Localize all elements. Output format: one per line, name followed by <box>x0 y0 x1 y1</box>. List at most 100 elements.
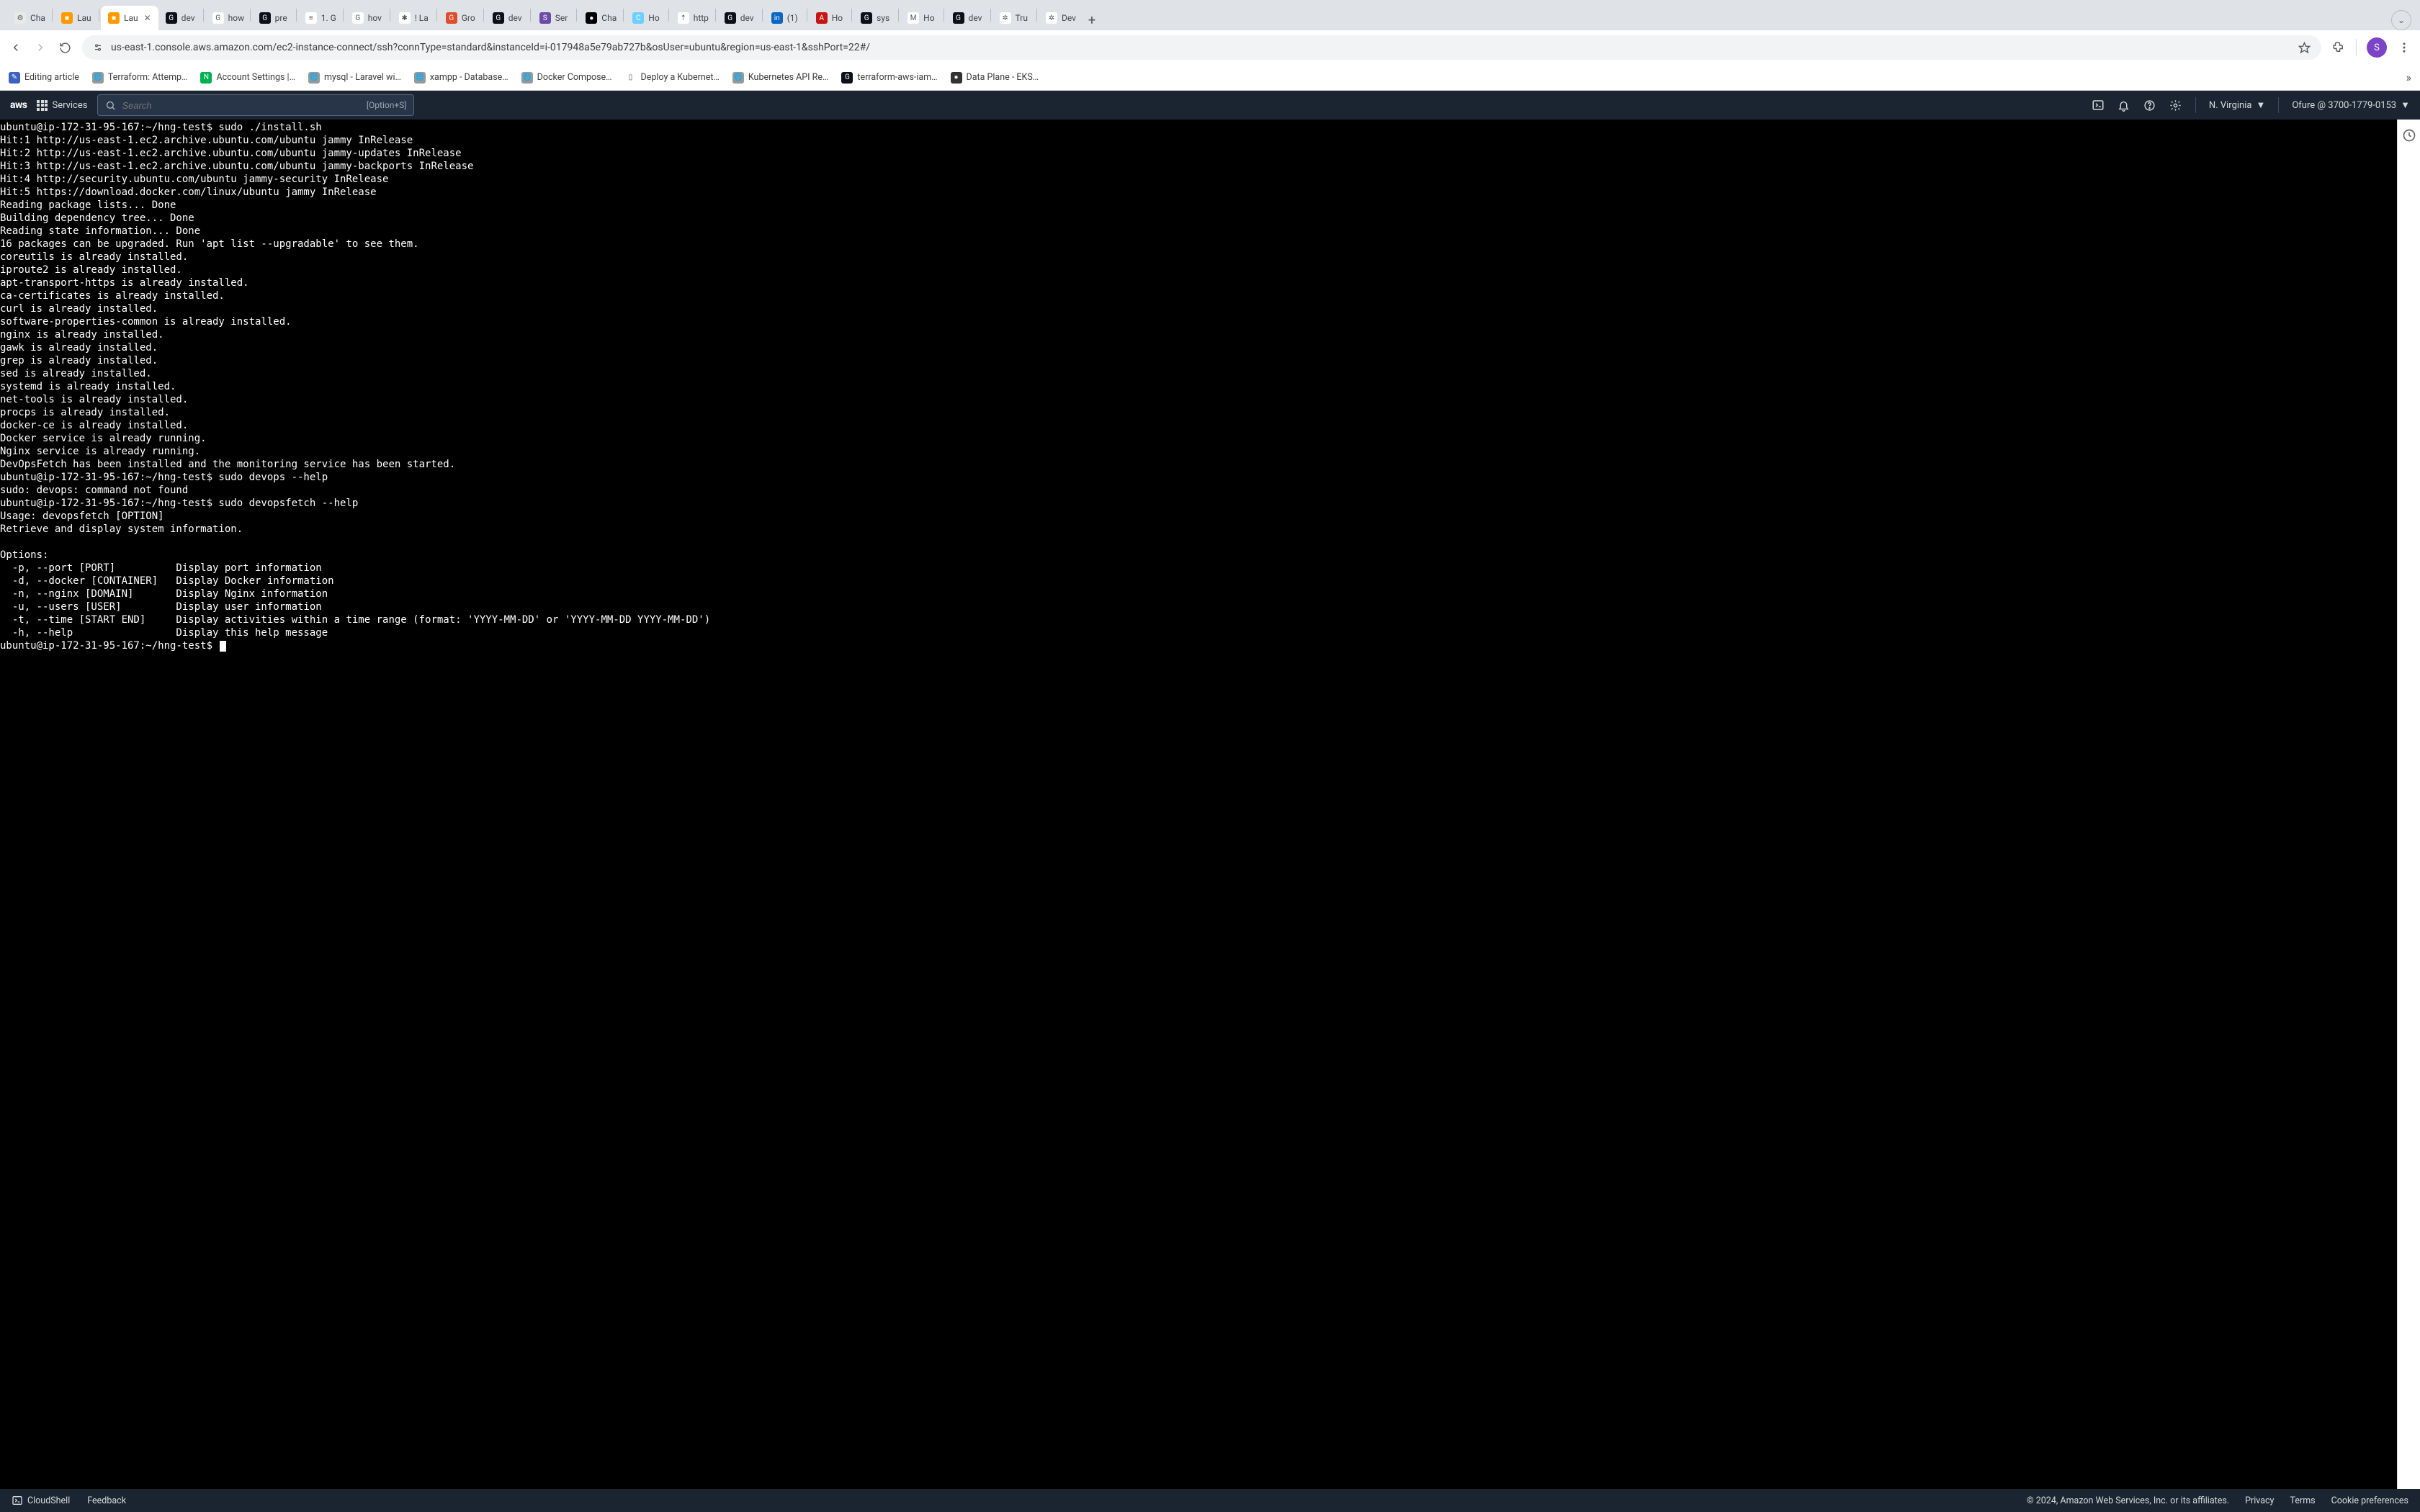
browser-tab[interactable]: CHo <box>625 6 666 30</box>
tab-favicon: ⇡ <box>678 12 689 24</box>
browser-tab[interactable]: Gsys <box>853 6 897 30</box>
bookmark-item[interactable]: 🌐Terraform: Attemp… <box>92 72 188 84</box>
bookmark-item[interactable]: 🌐xampp - Database… <box>414 72 508 84</box>
tab-favicon: G <box>725 12 736 24</box>
site-info-icon[interactable] <box>92 42 104 53</box>
bookmark-item[interactable]: NAccount Settings |… <box>200 72 295 84</box>
bookmark-item[interactable]: ▯Deploy a Kubernet… <box>625 72 720 84</box>
tab-separator <box>1036 9 1037 22</box>
ssh-terminal[interactable]: ubuntu@ip-172-31-95-167:~/hng-test$ sudo… <box>0 120 2397 1489</box>
tab-separator <box>343 9 344 22</box>
aws-logo[interactable]: aws <box>10 99 27 111</box>
bookmark-item[interactable]: ✎Editing article <box>9 72 79 84</box>
browser-tab[interactable]: ⇡http <box>671 6 714 30</box>
browser-tab[interactable]: MHo <box>900 6 941 30</box>
tab-label: dev <box>969 13 982 23</box>
search-icon <box>105 100 116 111</box>
profile-avatar[interactable]: S <box>2367 37 2387 58</box>
aws-search-input[interactable] <box>122 100 360 111</box>
cloudshell-label: CloudShell <box>27 1495 70 1506</box>
browser-tab[interactable]: Gpre <box>252 6 295 30</box>
browser-tab[interactable]: Ghow <box>205 6 248 30</box>
aws-console-footer: CloudShell Feedback © 2024, Amazon Web S… <box>0 1489 2420 1512</box>
tab-separator <box>296 9 297 22</box>
tab-label: Lau <box>124 13 138 23</box>
tab-label: sys <box>877 13 889 23</box>
browser-tab[interactable]: ●Cha <box>578 6 622 30</box>
tab-list-dropdown[interactable]: ⌄ <box>2391 10 2411 30</box>
browser-tab[interactable]: AHo <box>809 6 850 30</box>
browser-tab[interactable]: SSer <box>532 6 575 30</box>
tab-separator <box>530 9 531 22</box>
tab-separator <box>483 9 484 22</box>
tab-label: Cha <box>30 13 45 23</box>
tab-separator <box>576 9 577 22</box>
back-button[interactable] <box>9 40 23 55</box>
browser-tab[interactable]: ≡1. G <box>298 6 341 30</box>
tab-favicon: G <box>212 12 224 24</box>
bookmark-item[interactable]: 🌐Docker Compose… <box>521 72 612 84</box>
url-field[interactable]: us-east-1.console.aws.amazon.com/ec2-ins… <box>82 35 2321 60</box>
tab-favicon: M <box>908 12 919 24</box>
browser-tab[interactable]: in(1) <box>764 6 805 30</box>
close-tab-icon[interactable]: ✕ <box>144 13 151 23</box>
tab-separator <box>851 9 852 22</box>
settings-icon[interactable] <box>2169 99 2182 112</box>
bookmarks-bar: ✎Editing article🌐Terraform: Attemp…NAcco… <box>0 65 2420 91</box>
account-label: Ofure @ 3700-1779-0153 <box>2292 100 2396 111</box>
history-icon[interactable] <box>2402 128 2416 143</box>
notifications-icon[interactable] <box>2118 99 2130 112</box>
bookmark-item[interactable]: 🌐Kubernetes API Re… <box>732 72 829 84</box>
browser-tab[interactable]: ■Lau <box>54 6 97 30</box>
browser-tab[interactable]: Gdev <box>485 6 529 30</box>
browser-tab[interactable]: GGro <box>439 6 482 30</box>
aws-region-selector[interactable]: N. Virginia ▼ <box>2209 99 2265 111</box>
aws-account-menu[interactable]: Ofure @ 3700-1779-0153 ▼ <box>2292 99 2410 111</box>
cloudshell-icon[interactable] <box>2092 99 2105 112</box>
footer-cookie-link[interactable]: Cookie preferences <box>2331 1495 2408 1506</box>
browser-tab[interactable]: ✲ Dev <box>1039 6 1082 30</box>
bookmark-label: Terraform: Attemp… <box>108 72 188 83</box>
aws-services-menu[interactable]: Services <box>37 100 87 111</box>
reload-button[interactable] <box>58 40 72 55</box>
terminal-cursor <box>220 641 226 652</box>
tab-label: hov <box>368 13 382 23</box>
browser-tab[interactable]: ⚙ Cha <box>7 6 50 30</box>
browser-tab[interactable]: Gdev <box>717 6 761 30</box>
tab-separator <box>990 9 991 22</box>
browser-tab[interactable]: Gdev <box>946 6 989 30</box>
tab-favicon: ⚙ <box>14 12 26 24</box>
new-tab-button[interactable]: + <box>1082 10 1102 30</box>
browser-tab[interactable]: ✲Tru <box>992 6 1035 30</box>
browser-menu-icon[interactable] <box>2397 40 2411 55</box>
bookmark-label: xampp - Database… <box>430 72 508 83</box>
tab-label: Gro <box>462 13 475 23</box>
bookmark-star-icon[interactable] <box>2297 40 2311 55</box>
footer-terms-link[interactable]: Terms <box>2290 1495 2315 1506</box>
help-icon[interactable] <box>2143 99 2156 112</box>
tab-label: (1) <box>787 13 798 23</box>
tab-favicon: G <box>166 12 177 24</box>
tab-favicon: ✲ <box>1046 12 1057 24</box>
browser-tab[interactable]: ✱! La <box>392 6 435 30</box>
browser-tab[interactable]: Gdev <box>158 6 202 30</box>
tab-favicon: ● <box>586 12 597 24</box>
footer-feedback-link[interactable]: Feedback <box>87 1495 126 1506</box>
extensions-icon[interactable] <box>2331 40 2346 55</box>
bookmark-item[interactable]: 🌐mysql - Laravel wi… <box>308 72 401 84</box>
browser-tab[interactable]: ■Lau✕ <box>101 6 158 30</box>
bookmark-item[interactable]: ●Data Plane - EKS… <box>951 72 1039 84</box>
footer-cloudshell-button[interactable]: CloudShell <box>12 1495 70 1506</box>
bookmark-item[interactable]: Gterraform-aws-iam… <box>841 72 937 84</box>
footer-copyright: © 2024, Amazon Web Services, Inc. or its… <box>2027 1495 2229 1506</box>
footer-privacy-link[interactable]: Privacy <box>2245 1495 2274 1506</box>
tab-favicon: S <box>539 12 551 24</box>
aws-search-field[interactable]: [Option+S] <box>97 94 414 116</box>
bookmarks-overflow-icon[interactable]: » <box>2406 71 2412 84</box>
tab-label: Dev <box>1062 13 1076 23</box>
tab-label: Lau <box>77 13 91 23</box>
browser-tab[interactable]: Ghov <box>345 6 388 30</box>
forward-button[interactable] <box>33 40 48 55</box>
bookmark-label: Deploy a Kubernet… <box>641 72 720 83</box>
bookmark-favicon: 🌐 <box>732 72 744 84</box>
